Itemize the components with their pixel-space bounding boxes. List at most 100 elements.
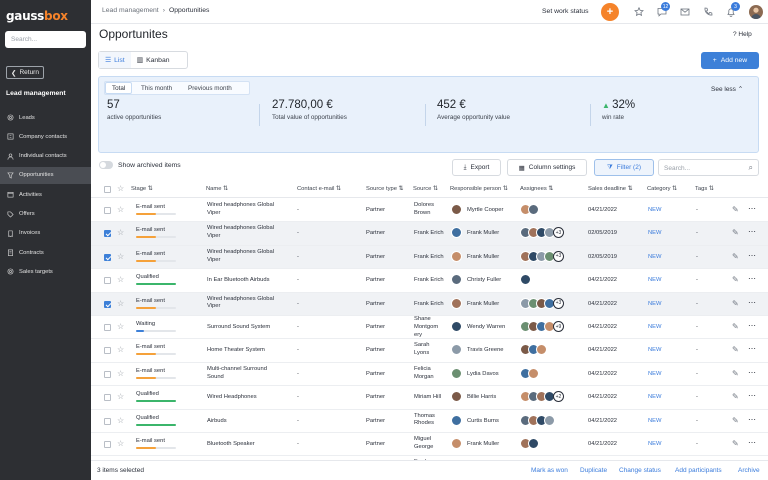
row-checkbox[interactable] <box>104 441 111 448</box>
edit-icon[interactable]: ✎ <box>732 345 739 356</box>
sidebar-item-opportunities[interactable]: Opportunities <box>0 166 91 184</box>
edit-icon[interactable]: ✎ <box>732 369 739 380</box>
sidebar-item-sales-targets[interactable]: Sales targets <box>0 263 91 280</box>
assignee-avatar[interactable] <box>528 204 539 215</box>
star-icon[interactable]: ☆ <box>117 299 124 308</box>
responsible-person[interactable]: Frank Muller <box>467 230 499 238</box>
change-status-button[interactable]: Change status <box>619 467 661 474</box>
star-icon[interactable]: ☆ <box>117 229 124 237</box>
opportunity-name[interactable]: Surround Sound System <box>207 324 292 332</box>
archive-button[interactable]: Archive <box>738 467 760 474</box>
more-options-icon[interactable]: ⋯ <box>748 298 756 309</box>
quick-add-button[interactable]: + <box>601 3 619 21</box>
select-all-checkbox[interactable] <box>104 186 111 193</box>
sidebar-item-invoices[interactable]: Invoices <box>0 225 91 242</box>
edit-icon[interactable]: ✎ <box>732 252 739 263</box>
opportunity-name[interactable]: In Ear Bluetooth Airbuds <box>207 277 292 285</box>
row-checkbox[interactable] <box>104 300 111 308</box>
row-checkbox[interactable] <box>104 207 111 214</box>
star-icon[interactable]: ☆ <box>117 440 124 448</box>
mark-as-won-button[interactable]: Mark as won <box>531 467 568 474</box>
edit-icon[interactable]: ✎ <box>732 299 739 310</box>
tab-this-month[interactable]: This month <box>135 82 178 94</box>
col-name[interactable]: Name ⇅ <box>206 186 228 192</box>
user-avatar[interactable] <box>749 5 763 19</box>
phone-icon[interactable] <box>703 7 713 17</box>
more-assignees-badge[interactable]: +3 <box>553 227 564 239</box>
col-assignees[interactable]: Assignees ⇅ <box>520 186 553 192</box>
col-category[interactable]: Category ⇅ <box>647 186 677 192</box>
more-options-icon[interactable]: ⋯ <box>748 344 756 355</box>
col-source[interactable]: Source ⇅ <box>413 186 438 192</box>
more-assignees-badge[interactable]: +9 <box>553 321 564 332</box>
sidebar-item-activities[interactable]: Activities <box>0 186 91 203</box>
add-new-button[interactable]: + Add new <box>701 52 759 69</box>
table-row[interactable]: ☆ E-mail sent Wired headphones Global Viper… <box>91 292 768 316</box>
mail-icon[interactable] <box>680 7 690 17</box>
filter-button[interactable]: ⧩ Filter (2) <box>594 159 654 176</box>
assignee-avatar[interactable] <box>544 414 555 426</box>
view-list-button[interactable]: ☰ List <box>99 52 131 68</box>
table-row[interactable]: ☆ Waiting Surround Sound System - Partner Sha… <box>91 316 768 340</box>
sidebar-search-input[interactable]: Search... <box>5 31 86 48</box>
help-link[interactable]: ? Help <box>733 31 752 38</box>
view-kanban-button[interactable]: ▥ Kanban <box>131 52 176 68</box>
star-icon[interactable]: ☆ <box>117 346 124 354</box>
star-icon[interactable]: ☆ <box>117 276 124 284</box>
edit-icon[interactable]: ✎ <box>732 275 739 286</box>
col-stage[interactable]: Stage ⇅ <box>131 186 153 192</box>
row-checkbox[interactable] <box>104 324 111 331</box>
row-checkbox[interactable] <box>104 347 111 355</box>
opportunity-name[interactable]: Multi-channel Surround Sound <box>207 366 292 382</box>
assignee-avatar[interactable] <box>528 367 539 379</box>
more-assignees-badge[interactable]: +3 <box>553 250 564 262</box>
responsible-person[interactable]: Frank Muller <box>467 254 499 262</box>
table-row[interactable]: ☆ E-mail sent Wired headphones Global Viper… <box>91 245 768 270</box>
add-participants-button[interactable]: Add participants <box>675 467 722 474</box>
opportunity-name[interactable]: Bluetooth Speaker <box>207 441 292 449</box>
row-checkbox[interactable] <box>104 277 111 285</box>
opportunity-name[interactable]: Wired headphones Global Viper <box>207 249 292 265</box>
star-icon[interactable] <box>634 7 644 17</box>
star-icon[interactable]: ☆ <box>117 206 124 214</box>
edit-icon[interactable]: ✎ <box>732 416 739 427</box>
star-icon[interactable]: ☆ <box>117 252 124 261</box>
table-row[interactable]: ☆ E-mail sent Multi-channel Surround Sound -… <box>91 363 768 387</box>
more-assignees-badge[interactable]: +2 <box>553 391 564 403</box>
breadcrumb-parent[interactable]: Lead management <box>102 7 159 14</box>
more-options-icon[interactable]: ⋯ <box>748 368 756 379</box>
show-archived-toggle[interactable]: Show archived items <box>99 161 181 169</box>
sidebar-item-contracts[interactable]: Contracts <box>0 244 91 261</box>
responsible-person[interactable]: Wendy Warren <box>467 324 505 332</box>
export-button[interactable]: ⤓ Export <box>452 159 501 176</box>
responsible-person[interactable]: Lydia Davos <box>467 371 499 379</box>
star-icon[interactable]: ☆ <box>117 416 124 425</box>
star-icon[interactable]: ☆ <box>117 185 124 193</box>
table-row[interactable]: ☆ Qualified In Ear Bluetooth Airbuds - Partn… <box>91 269 768 293</box>
tab-total[interactable]: Total <box>105 82 133 94</box>
column-settings-button[interactable]: ▦ Column settings <box>507 159 587 176</box>
opportunity-name[interactable]: Wired headphones Global Viper <box>207 225 292 241</box>
table-row[interactable]: ☆ E-mail sent Home Theater System - Partner S… <box>91 339 768 363</box>
more-options-icon[interactable]: ⋯ <box>748 274 756 285</box>
toggle-switch[interactable] <box>99 161 113 169</box>
sidebar-item-leads[interactable]: Leads <box>0 109 91 126</box>
row-checkbox[interactable] <box>104 394 111 402</box>
edit-icon[interactable]: ✎ <box>732 392 739 403</box>
sidebar-item-individual-contacts[interactable]: Individual contacts <box>0 148 91 165</box>
opportunity-name[interactable]: Wired Headphones <box>207 394 292 402</box>
table-search-input[interactable]: Search... ⌕ <box>658 159 759 176</box>
logo[interactable]: gaussbox <box>6 9 68 23</box>
col-source-type[interactable]: Source type ⇅ <box>366 186 403 192</box>
tab-previous-month[interactable]: Previous month <box>182 82 238 94</box>
assignee-avatar[interactable] <box>528 438 539 449</box>
edit-icon[interactable]: ✎ <box>732 439 739 450</box>
more-options-icon[interactable]: ⋯ <box>748 391 756 402</box>
star-icon[interactable]: ☆ <box>117 369 124 378</box>
more-assignees-badge[interactable]: +3 <box>553 297 564 309</box>
return-button[interactable]: ❮ Return <box>6 66 44 79</box>
more-options-icon[interactable]: ⋯ <box>748 415 756 426</box>
responsible-person[interactable]: Frank Muller <box>467 301 499 309</box>
responsible-person[interactable]: Frank Muller <box>467 441 499 449</box>
assignee-avatar[interactable] <box>520 274 531 286</box>
